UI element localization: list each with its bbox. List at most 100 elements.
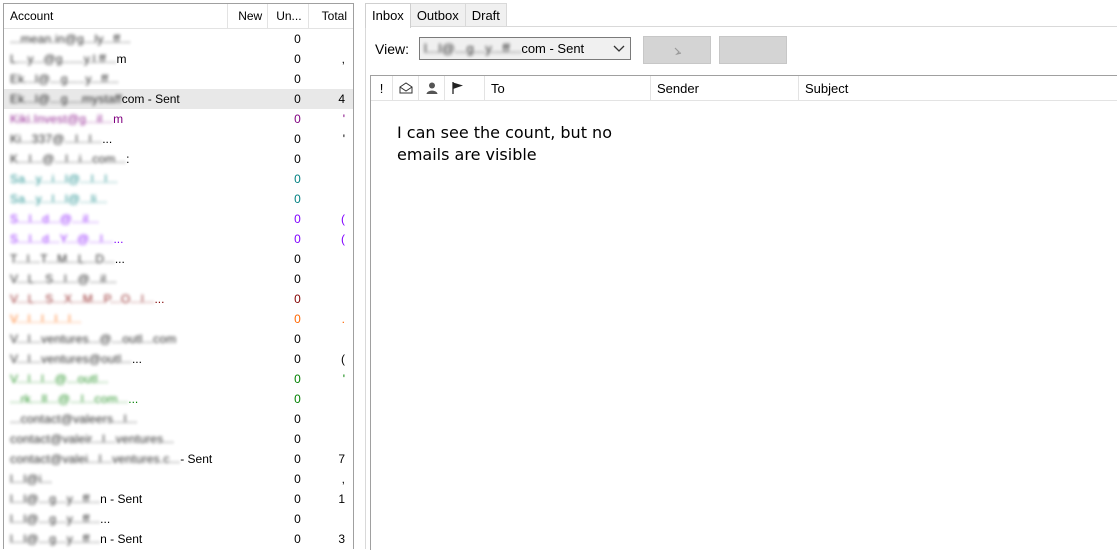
account-name: V...l...ventures...@...outl...com [4,329,228,349]
account-row[interactable]: V...L...S...l...@...il... 0 [4,269,353,289]
account-name-redacted: contact@valeir...l...ventures... [10,432,174,446]
column-header-subject[interactable]: Subject [799,76,1117,100]
account-row[interactable]: ...rk...ll...@...l...com...... 0 [4,389,353,409]
column-header-total[interactable]: Total [309,4,353,29]
account-name-redacted: L...y...@g......y.l.ff... [10,52,117,66]
account-row[interactable]: l...l@...g...y...ff...n - Sent 0 1 [4,489,353,509]
account-row[interactable]: V...l...l...l...l... 0. [4,309,353,329]
account-name: Ek...l@...g.....y...ff... [4,69,228,89]
account-name-redacted: V...l...l...@...outl... [10,372,109,386]
account-name-suffix: ... [113,232,124,246]
view-dropdown[interactable]: l...l@...g...y...ff...com - Sent [419,37,631,60]
account-unread-count: 0 [294,392,301,406]
account-name: Ki...337@...l...l...... [4,129,228,149]
account-new-count [228,269,268,289]
account-row[interactable]: contact@valei...l...ventures.c... - Sent… [4,449,353,469]
account-name: ...contact@valeers...l... [4,409,228,429]
column-header-sender[interactable]: Sender [651,76,799,100]
account-row[interactable]: l...l@...g...y...ff...n - Sent 0 3 [4,529,353,549]
message-list-header: ! To Sender Subject [371,76,1117,101]
account-row[interactable]: Ek...l@...g....mystaffcom - Sent 0 4 [4,89,353,109]
column-header-importance[interactable]: ! [371,76,393,100]
account-total-count [309,189,353,209]
account-row[interactable]: l...l@...g...y...ff...... 0 [4,509,353,529]
account-total-count [309,389,353,409]
account-name-suffix: m [116,52,127,66]
account-new-count [228,129,268,149]
account-name-redacted: l...l@...g...y...ff... [10,532,101,546]
account-new-count [228,189,268,209]
column-header-unread[interactable]: Un... [268,4,310,29]
account-row[interactable]: Kiki.Invest@g...il...m 0 ' [4,109,353,129]
account-name: Sa...y...i...l@...l...l... [4,169,228,189]
account-total-count [309,289,353,309]
column-header-read-status[interactable] [393,76,419,100]
account-row[interactable]: L...y...@g......y.l.ff...m 0, [4,49,353,69]
account-name-redacted: ...rk...ll...@...l...com... [10,392,129,406]
account-total-count: ( [341,352,346,366]
account-row[interactable]: V...L...S...X...M...P...O...l...... 0 [4,289,353,309]
account-row[interactable]: Sa...y...l...l@...li... 0 [4,189,353,209]
account-new-count [228,369,268,389]
account-row[interactable]: contact@valeir...l...ventures... 0 [4,429,353,449]
account-name-redacted: Kiki.Invest@g...il... [10,112,114,126]
column-header-contact[interactable] [419,76,445,100]
account-row[interactable]: K...l...@...l...i...com...: 0 [4,149,353,169]
account-row[interactable]: ...mean.in@g...ly...ff... 0 [4,29,353,49]
account-total-count: 4 [338,92,346,106]
account-unread-count: 0 [294,232,301,246]
account-name: contact@valei...l...ventures.c... - Sent [4,449,228,469]
tab-draft[interactable]: Draft [464,3,507,27]
account-name-suffix: m [113,112,124,126]
contact-icon [426,82,437,94]
account-name-redacted: V...L...S...X...M...P...O...l... [10,292,155,306]
account-unread-count: 0 [294,72,301,86]
account-total-count [309,149,353,169]
account-new-count [228,509,268,529]
column-header-account[interactable]: Account [4,4,229,29]
account-name: l...l@...g...y...ff...n - Sent [4,529,228,549]
account-name-redacted: l...l@...g...y...ff... [10,492,101,506]
account-total-count [309,249,353,269]
account-name-redacted: ...mean.in@g...ly...ff... [10,32,131,46]
account-name: L...y...@g......y.l.ff...m [4,49,228,69]
column-header-new[interactable]: New [228,4,269,29]
refresh-icon [674,47,682,56]
account-new-count [228,169,268,189]
account-name: contact@valeir...l...ventures... [4,429,228,449]
action-button[interactable] [719,36,787,64]
account-row[interactable]: S...l...d...@...il... 0 ( [4,209,353,229]
account-name: S...l...d...Y...@...l...... [4,229,228,249]
account-row[interactable]: V...l...l...@...outl... 0 ' [4,369,353,389]
account-row[interactable]: V...l...ventures@outl...... 0 ( [4,349,353,369]
account-total-count: 7 [338,452,346,466]
account-total-count: 3 [338,532,346,546]
tab-outbox[interactable]: Outbox [409,3,466,27]
account-name-suffix: ... [154,292,165,306]
account-row[interactable]: T...l...T...M...L...D...... 0 [4,249,353,269]
account-row[interactable]: Ek...l@...g.....y...ff... 0 [4,69,353,89]
account-row[interactable]: ...contact@valeers...l... 0 [4,409,353,429]
account-row[interactable]: Sa...y...i...l@...l...l... 0 [4,169,353,189]
account-name-redacted: V...l...l...l...l... [10,312,82,326]
account-row[interactable]: S...l...d...Y...@...l...... 0 ( [4,229,353,249]
account-total-count: 1 [338,492,346,506]
tab-inbox[interactable]: Inbox [365,3,411,28]
account-row[interactable]: l...l@i... 0, [4,469,353,489]
account-name: S...l...d...@...il... [4,209,228,229]
account-unread-count: 0 [294,272,301,286]
account-name: l...l@i... [4,469,228,489]
account-new-count [228,429,268,449]
account-total-count [309,409,353,429]
account-unread-count: 0 [294,412,301,426]
account-row[interactable]: V...l...ventures...@...outl...com 0 [4,329,353,349]
column-header-flag[interactable] [445,76,485,100]
refresh-button[interactable] [643,36,711,64]
column-header-to[interactable]: To [485,76,651,100]
account-new-count [228,449,268,469]
account-name: V...l...l...l...l... [4,309,228,329]
account-name-redacted: Sa...y...l...l@...li... [10,192,108,206]
account-name-suffix: : [126,152,130,166]
account-row[interactable]: Ki...337@...l...l...... 0 ' [4,129,353,149]
account-unread-count: 0 [294,132,301,146]
